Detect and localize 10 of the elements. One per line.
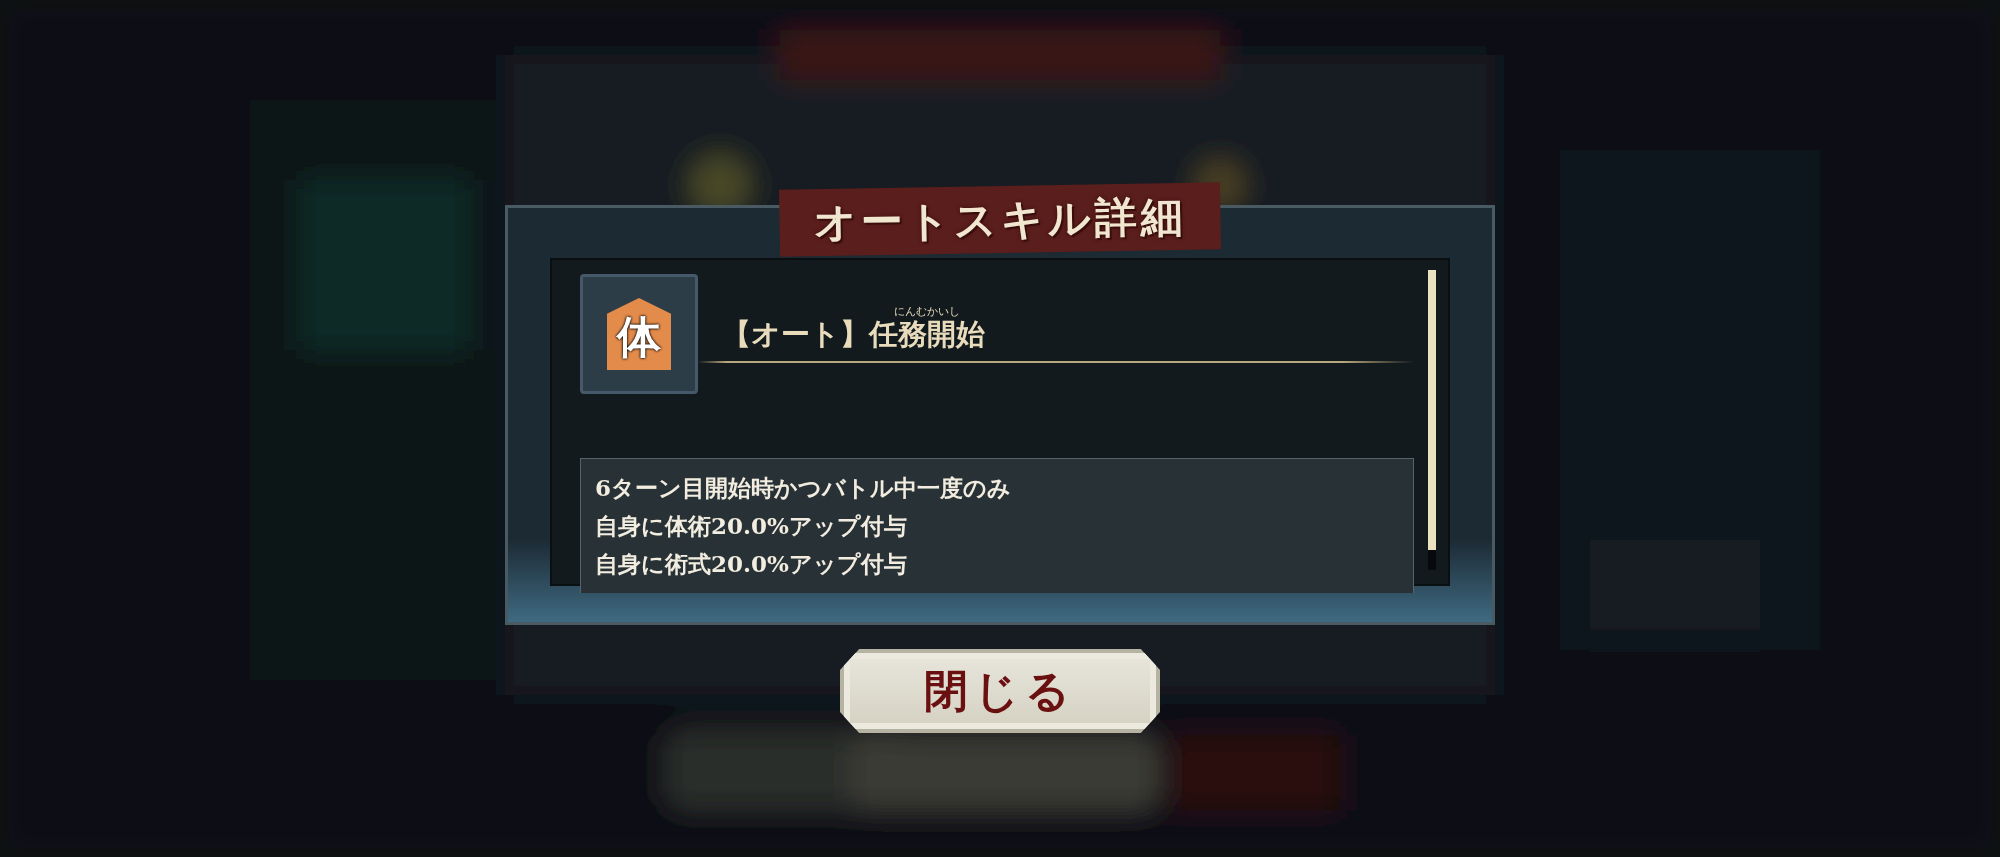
skill-name: 任務開始	[869, 318, 985, 351]
description-line: 自身に術式20.0%アップ付与	[595, 549, 908, 579]
skill-type-badge: 体	[607, 298, 671, 370]
dialog-title: オートスキル詳細	[778, 182, 1222, 257]
close-button[interactable]: 閉じる	[840, 649, 1160, 733]
description-line: 自身に体術20.0%アップ付与	[595, 511, 908, 541]
skill-tag: 【オート】	[722, 318, 869, 351]
description-line: 6ターン目開始時かつバトル中一度のみ	[595, 473, 1012, 503]
scrollbar[interactable]	[1428, 270, 1436, 570]
ruby-reading: にんむかいし	[894, 305, 960, 319]
